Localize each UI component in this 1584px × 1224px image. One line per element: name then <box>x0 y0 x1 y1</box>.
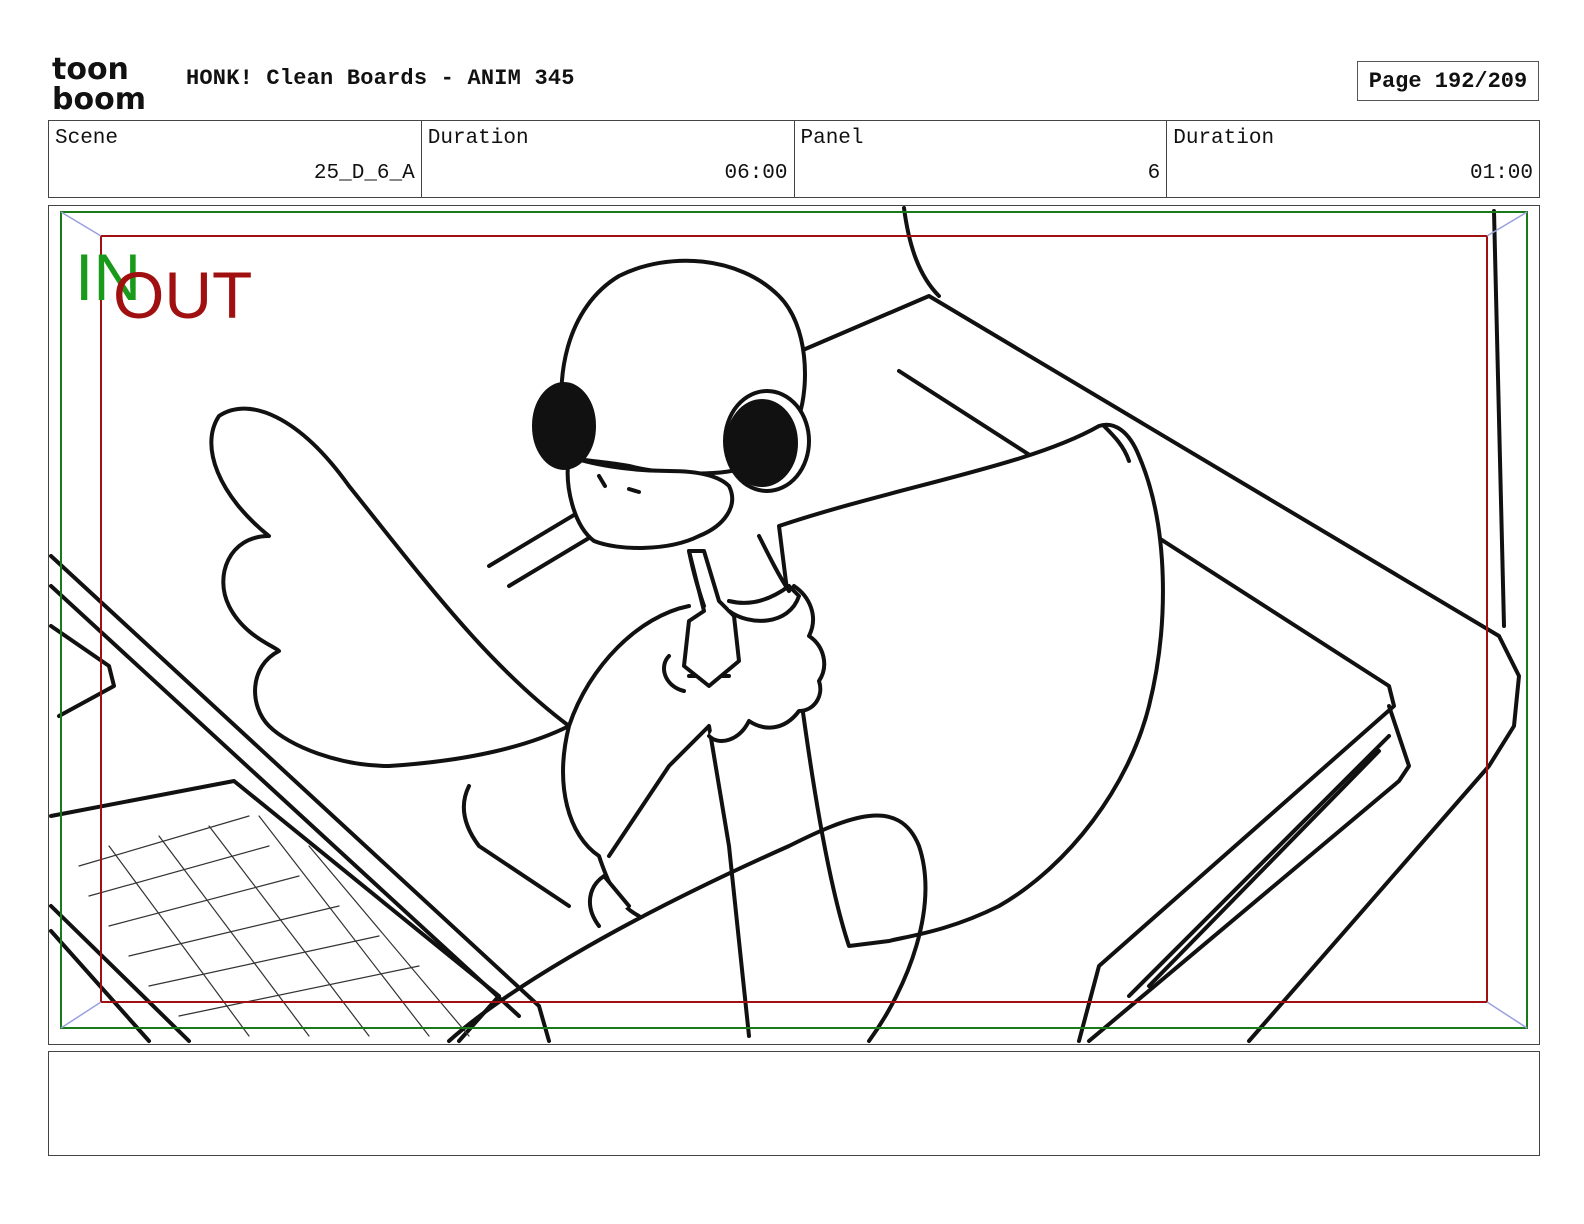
panel-info-bar: Scene 25_D_6_A Duration 06:00 Panel 6 Du… <box>48 120 1540 198</box>
panel-label: Panel <box>800 127 864 150</box>
scene-value: 25_D_6_A <box>313 162 415 185</box>
panel-value: 6 <box>1147 162 1161 185</box>
panel-duration-value: 01:00 <box>1469 162 1533 185</box>
storyboard-frame: IN OUT <box>48 205 1540 1045</box>
panel-duration-label: Duration <box>1173 127 1275 150</box>
scene-duration-value: 06:00 <box>724 162 788 185</box>
out-label: OUT <box>113 258 252 332</box>
scene-duration-label: Duration <box>427 127 529 150</box>
storyboard-drawing: IN OUT <box>49 206 1528 1043</box>
panel-duration-cell: Duration 01:00 <box>1167 121 1539 197</box>
logo-text-bottom: boom <box>52 82 146 112</box>
toon-boom-logo: toon boom <box>50 52 165 117</box>
line-art <box>49 206 1521 1043</box>
panel-notes[interactable] <box>48 1051 1540 1156</box>
document-title: HONK! Clean Boards - ANIM 345 <box>186 66 575 91</box>
scene-duration-cell: Duration 06:00 <box>422 121 795 197</box>
panel-cell: Panel 6 <box>795 121 1168 197</box>
scene-label: Scene <box>55 127 119 150</box>
scene-cell: Scene 25_D_6_A <box>49 121 422 197</box>
page-indicator: Page 192/209 <box>1357 61 1539 101</box>
